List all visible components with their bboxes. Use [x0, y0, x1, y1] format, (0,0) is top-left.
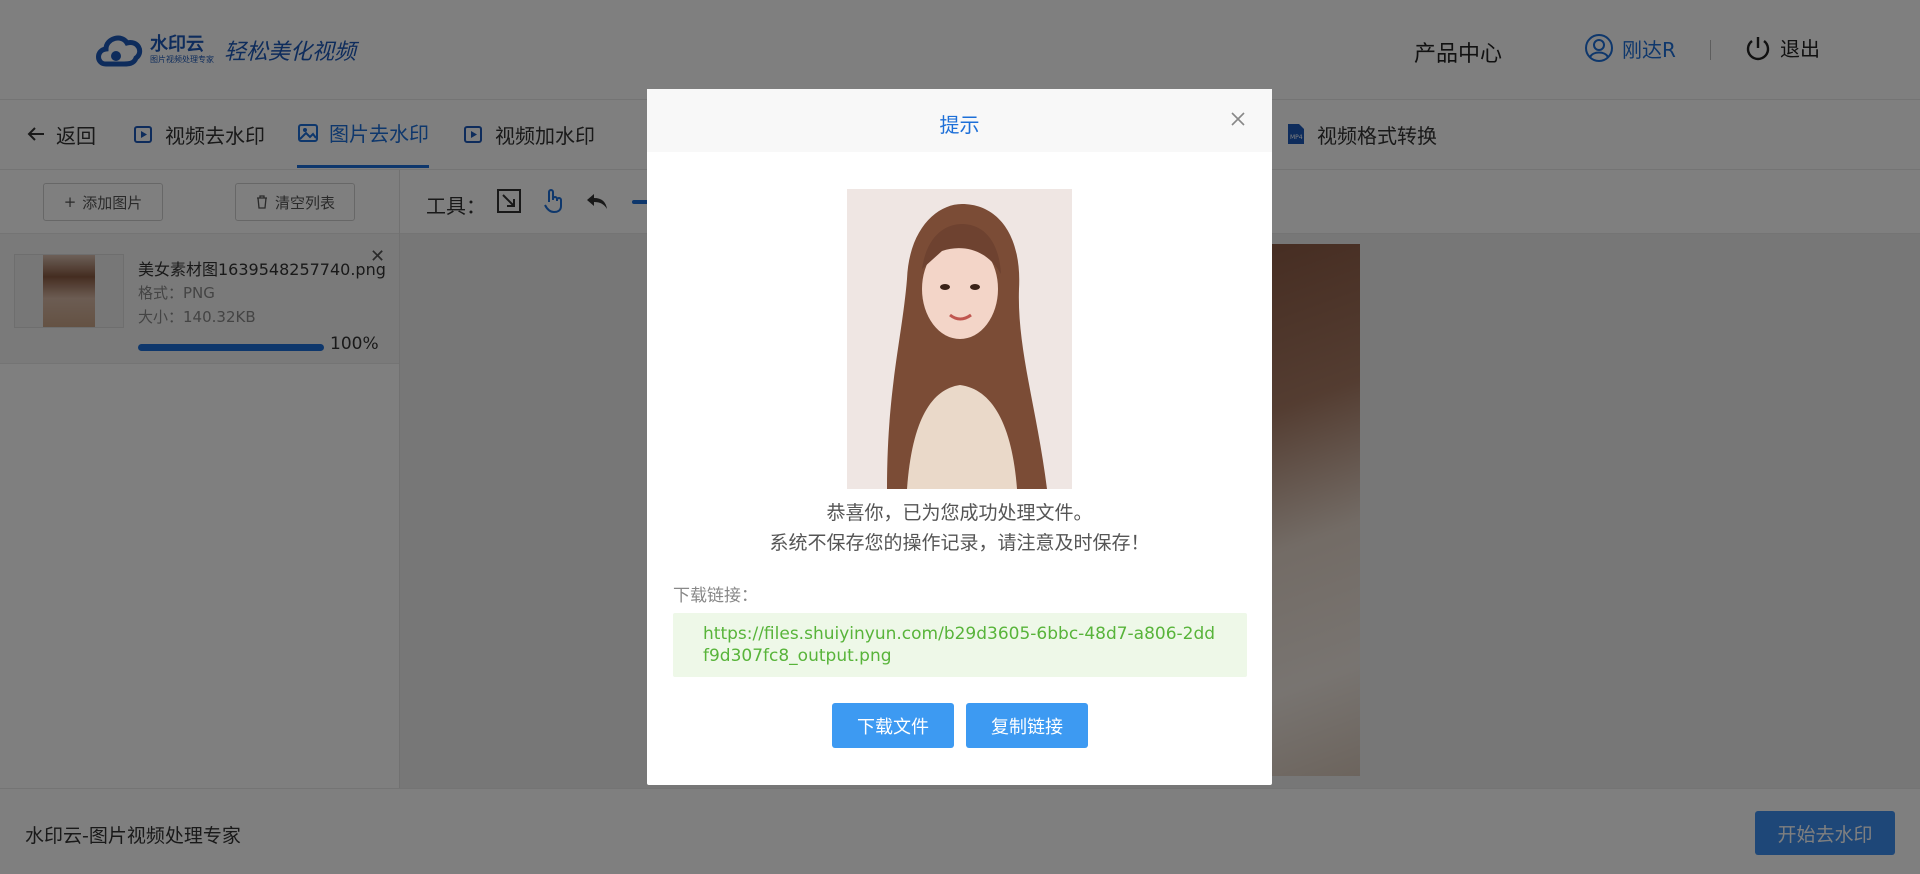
result-dialog: 提示 恭喜你，已为您成功处理文件。 系统不保存您的操作记录，请注意及时保存！ 下…	[647, 89, 1272, 785]
close-icon[interactable]	[1230, 111, 1246, 127]
download-link[interactable]: https://files.shuiyinyun.com/b29d3605-6b…	[673, 613, 1247, 677]
copy-link-button[interactable]: 复制链接	[966, 703, 1088, 748]
portrait-image	[847, 189, 1072, 489]
download-file-button[interactable]: 下载文件	[832, 703, 954, 748]
save-reminder-message: 系统不保存您的操作记录，请注意及时保存！	[769, 532, 1150, 554]
download-link-label: 下载链接：	[673, 586, 758, 606]
success-message: 恭喜你，已为您成功处理文件。	[826, 502, 1093, 524]
result-image	[847, 189, 1072, 489]
dialog-header: 提示	[647, 89, 1272, 152]
dialog-title: 提示	[939, 113, 980, 137]
